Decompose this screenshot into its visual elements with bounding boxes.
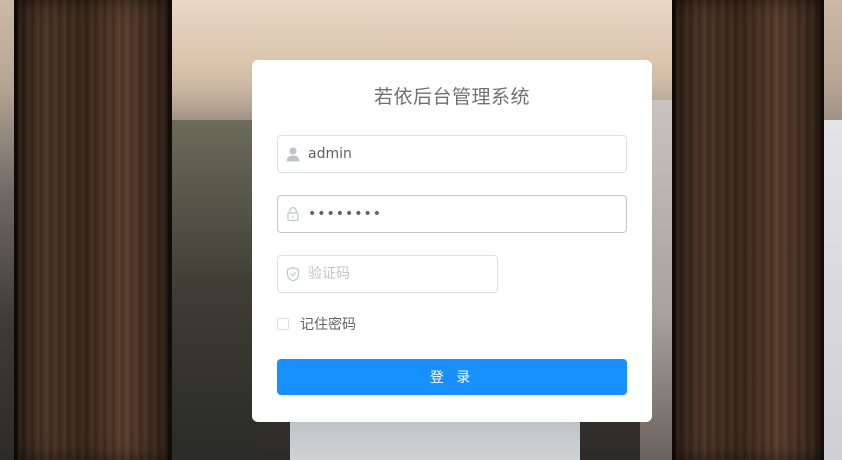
password-field[interactable] (277, 195, 627, 233)
wood-plank-left (14, 0, 172, 460)
shield-icon (284, 265, 302, 283)
background-foliage (170, 120, 260, 460)
remember-password[interactable]: 记住密码 (277, 316, 356, 333)
password-input[interactable] (308, 196, 618, 232)
user-icon (284, 145, 302, 163)
login-button[interactable]: 登 录 (277, 359, 627, 395)
login-form: 若依后台管理系统 记住密码 (252, 60, 652, 422)
remember-label: 记住密码 (300, 317, 356, 333)
wood-plank-right (672, 0, 824, 460)
login-title: 若依后台管理系统 (373, 86, 530, 108)
username-input[interactable] (308, 136, 618, 172)
captcha-input[interactable] (308, 256, 488, 292)
remember-checkbox[interactable] (277, 318, 289, 330)
lock-icon (284, 205, 302, 223)
username-field[interactable] (277, 135, 627, 173)
captcha-field[interactable] (277, 255, 498, 293)
